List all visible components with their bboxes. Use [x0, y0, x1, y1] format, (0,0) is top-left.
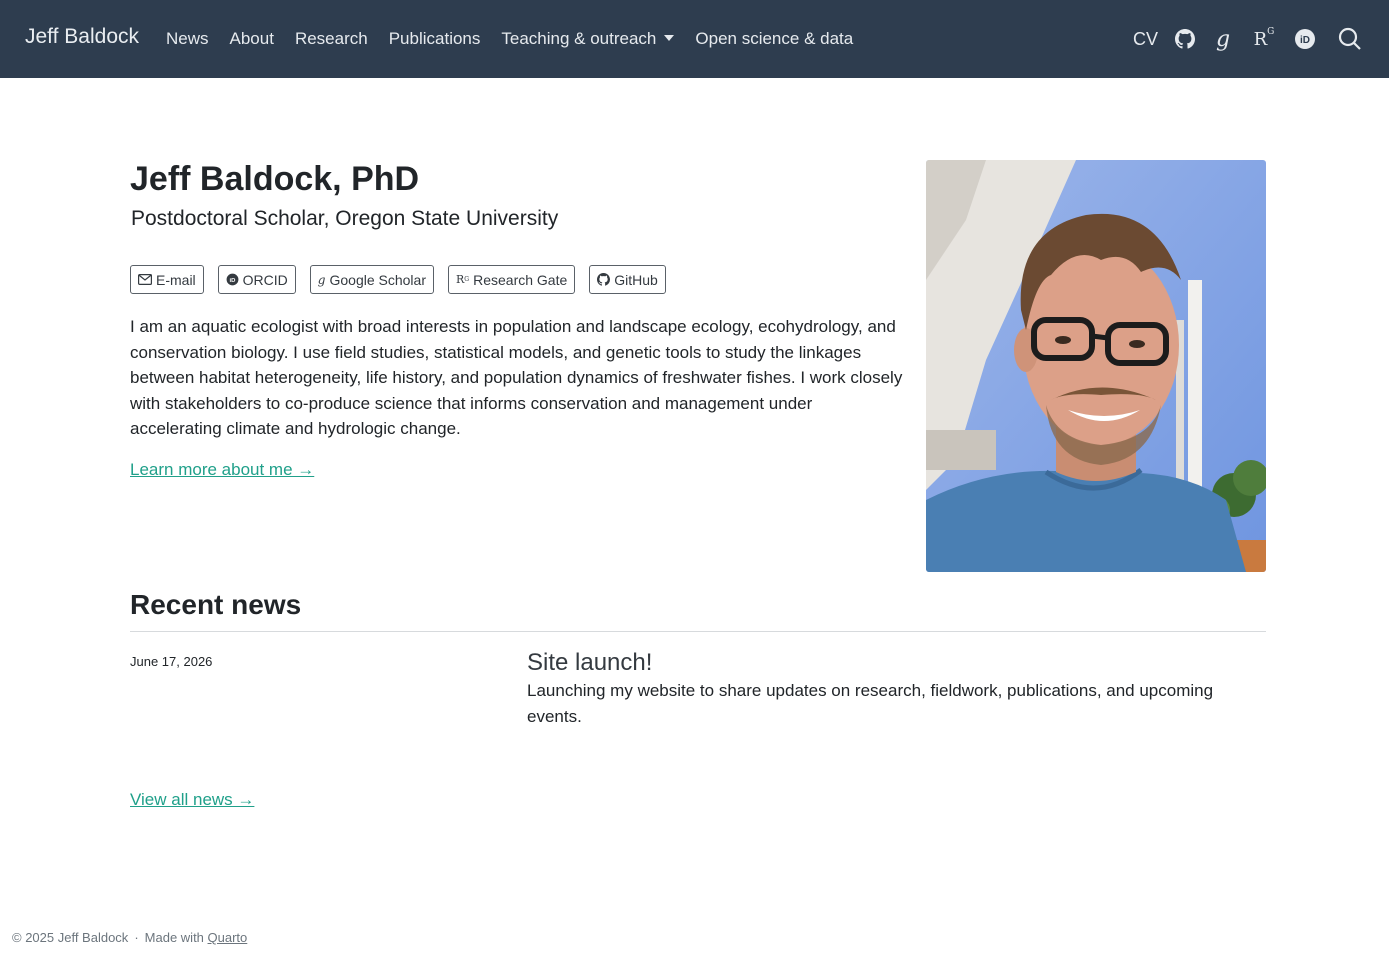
news-item-date: June 17, 2026	[130, 654, 213, 669]
github-icon[interactable]	[1173, 26, 1197, 52]
page-footer: © 2025 Jeff Baldock · Made with Quarto	[12, 930, 247, 945]
nav-link-open-science[interactable]: Open science & data	[695, 29, 853, 49]
google-scholar-button-label: Google Scholar	[329, 271, 426, 288]
github-button-label: GitHub	[614, 271, 658, 288]
profile-links: E-mail iD ORCID g Google Scholar RG Rese…	[130, 265, 680, 294]
orcid-icon[interactable]: iD	[1294, 26, 1316, 52]
quarto-link[interactable]: Quarto	[208, 930, 248, 945]
orcid-icon: iD	[226, 273, 239, 286]
section-divider	[130, 631, 1266, 632]
nav-dropdown-teaching[interactable]: Teaching & outreach	[501, 29, 675, 49]
researchgate-icon: RG	[456, 273, 470, 286]
orcid-button[interactable]: iD ORCID	[217, 265, 296, 294]
nav-links: News About Research Publications Teachin…	[166, 29, 874, 49]
nav-link-news[interactable]: News	[166, 29, 209, 49]
news-item-title[interactable]: Site launch!	[527, 649, 652, 677]
bio-paragraph: I am an aquatic ecologist with broad int…	[130, 317, 903, 439]
footer-copyright: © 2025 Jeff Baldock	[12, 930, 129, 945]
researchgate-button[interactable]: RG Research Gate	[448, 265, 576, 294]
view-all-news-link[interactable]: View all news →	[130, 790, 254, 810]
google-scholar-icon: g	[317, 272, 326, 287]
nav-cv-link[interactable]: CV	[1133, 26, 1158, 52]
site-brand[interactable]: Jeff Baldock	[25, 25, 139, 49]
search-icon[interactable]	[1338, 26, 1362, 52]
nav-link-publications[interactable]: Publications	[389, 29, 481, 49]
google-scholar-icon[interactable]: g	[1212, 26, 1234, 52]
orcid-button-label: ORCID	[242, 271, 288, 288]
svg-text:iD: iD	[1300, 35, 1310, 46]
envelope-icon	[138, 274, 152, 285]
recent-news-heading: Recent news	[130, 589, 302, 620]
news-item-description: Launching my website to share updates on…	[527, 681, 1214, 726]
svg-text:iD: iD	[229, 278, 235, 284]
profile-photo	[926, 160, 1266, 572]
top-navbar: Jeff Baldock News About Research Publica…	[0, 0, 1389, 78]
google-scholar-button[interactable]: g Google Scholar	[309, 265, 434, 294]
researchgate-icon[interactable]: RG	[1253, 26, 1275, 52]
nav-link-teaching-label: Teaching & outreach	[501, 29, 657, 48]
email-button[interactable]: E-mail	[130, 265, 204, 294]
footer-separator: ·	[134, 930, 139, 945]
nav-link-research[interactable]: Research	[295, 29, 368, 49]
github-icon	[597, 273, 611, 286]
email-button-label: E-mail	[156, 271, 196, 288]
page-subtitle: Postdoctoral Scholar, Oregon State Unive…	[131, 207, 559, 230]
learn-more-link[interactable]: Learn more about me →	[130, 460, 314, 480]
nav-link-about[interactable]: About	[230, 29, 274, 49]
caret-down-icon	[664, 34, 675, 41]
researchgate-button-label: Research Gate	[473, 271, 568, 288]
footer-made-with: Made with	[144, 930, 204, 945]
page-title: Jeff Baldock, PhD	[130, 160, 420, 198]
github-button[interactable]: GitHub	[589, 265, 666, 294]
